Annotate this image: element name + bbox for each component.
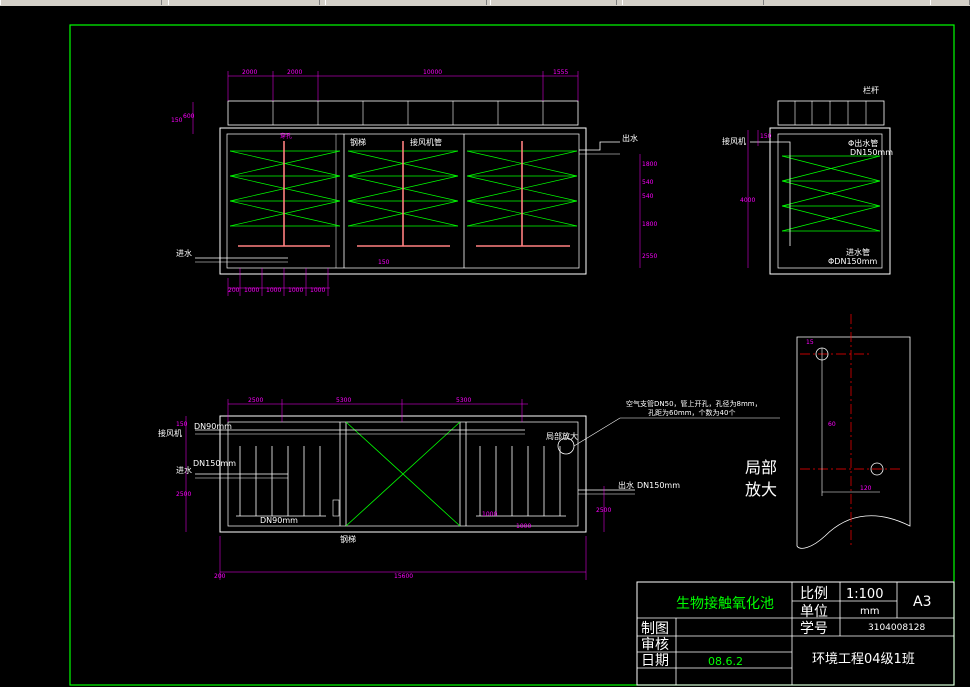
dim-top-2: 2000 [287, 69, 302, 76]
dim-bottom-1: 200 [228, 287, 240, 294]
dim-top-1: 2000 [242, 69, 257, 76]
title-block: 生物接触氧化池 比例 1:100 A3 单位 mm 学号 3104008128 … [636, 581, 955, 686]
plan-dim-corner: 200 [214, 573, 226, 580]
date-value: 08.6.2 [708, 655, 743, 668]
plan-dim-right-2: 1000 [516, 523, 531, 530]
label-inlet-pipe: 进水管 [846, 247, 870, 257]
dim-right-3: 540 [642, 193, 654, 200]
label-railing: 栏杆 [863, 85, 879, 95]
dim-top-4: 1555 [553, 69, 568, 76]
toolbar-dropdown[interactable] [490, 0, 617, 5]
dim-left-2: 600 [183, 113, 195, 120]
toolbar-dropdown[interactable] [168, 0, 320, 5]
label-blower-pipe: 接风机管 [410, 137, 442, 147]
label-ladder-top: 钢梯 [350, 137, 366, 147]
plan-label-inlet: 进水 [176, 465, 192, 475]
plan-label-outlet: 出水 [618, 480, 634, 490]
label-aerator: 穿孔 [280, 132, 292, 140]
checked-label: 审核 [641, 637, 669, 653]
label-outlet-top: 出水 [622, 133, 638, 143]
plan-label-dn90-bottom: DN90mm [260, 516, 298, 525]
detail-pipe-outline [796, 336, 911, 549]
class-value: 环境工程04级1班 [812, 652, 915, 667]
label-inlet-top: 进水 [176, 248, 192, 258]
railing [227, 100, 579, 126]
unit-label: 单位 [800, 604, 828, 620]
section-view-side: 栏杆 接风机 Φ出水管 DN150mm 进水管 ΦDN150mm 150 400… [722, 85, 893, 275]
plan-label-blower: 接风机 [158, 428, 182, 438]
plan-note-line1: 空气支管DN50，管上开孔，孔径为8mm， [626, 399, 762, 408]
unit-value: mm [860, 606, 879, 617]
plan-label-ladder: 钢梯 [340, 534, 356, 544]
dim-right-5: 2550 [642, 253, 657, 260]
detail-dim-spacing: 60 [828, 421, 836, 428]
plan-label-dn150-right: DN150mm [637, 481, 680, 490]
sheet-size: A3 [913, 594, 931, 610]
dim-bottom-3: 1000 [266, 287, 281, 294]
toolbar-dropdown[interactable] [0, 0, 162, 5]
plan-dim-mid: 1000 [482, 511, 497, 518]
plan-label-dn150-left: DN150mm [193, 459, 236, 468]
label-blower-side: 接风机 [722, 136, 746, 146]
dim-bottom-4: 1000 [288, 287, 303, 294]
dim-left-1: 150 [171, 117, 183, 124]
label-outlet-dn: DN150mm [850, 148, 893, 157]
plan-view: 2500 5300 5300 15600 150 2500 2500 1000 … [158, 397, 780, 580]
label-outlet-pipe: Φ出水管 [848, 138, 878, 148]
dim-small: 150 [378, 259, 390, 266]
drawn-label: 制图 [641, 621, 669, 637]
plan-dim-top-3: 5300 [456, 397, 471, 404]
section-view-top: 2000 2000 10000 1555 150 600 1800 540 54… [171, 69, 657, 296]
project-title: 生物接触氧化池 [676, 595, 774, 612]
plan-label-dn90-top: DN90mm [194, 422, 232, 431]
label-inlet-dn: ΦDN150mm [828, 257, 878, 266]
toolbar-dropdown[interactable] [930, 0, 970, 5]
detail-view: 15 60 120 局部 放大 [745, 314, 911, 549]
student-id-value: 3104008128 [868, 623, 926, 633]
detail-title-line1: 局部 [745, 458, 777, 477]
dim-side-2: 4000 [740, 197, 755, 204]
date-label: 日期 [641, 653, 669, 669]
dim-bottom-5: 1000 [310, 287, 325, 294]
toolbar-dropdown[interactable] [325, 0, 487, 5]
detail-dim-hole: 15 [806, 339, 814, 346]
dim-bottom-2: 1000 [244, 287, 259, 294]
plan-dim-top-1: 2500 [248, 397, 263, 404]
plan-dim-total: 15600 [394, 573, 413, 580]
toolbar-dropdown[interactable] [622, 0, 764, 5]
cad-drawing-canvas[interactable]: 2000 2000 10000 1555 150 600 1800 540 54… [0, 6, 970, 687]
dim-right-2: 540 [642, 179, 654, 186]
scale-label: 比例 [800, 586, 828, 602]
detail-dim-bottom: 120 [860, 485, 872, 492]
plan-dim-left-1: 150 [176, 421, 188, 428]
scale-value: 1:100 [846, 587, 883, 602]
plan-dim-top-2: 5300 [336, 397, 351, 404]
dim-right-1: 1800 [642, 161, 657, 168]
student-id-label: 学号 [800, 621, 828, 637]
plan-dim-left-2: 2500 [176, 491, 191, 498]
dim-side-1: 150 [760, 133, 772, 140]
dim-right-4: 1800 [642, 221, 657, 228]
side-railing [777, 100, 885, 126]
plan-note-line2: 孔距为60mm，个数为40个 [648, 408, 735, 417]
plan-label-local: 局部放大 [546, 431, 578, 441]
detail-title-line2: 放大 [745, 480, 777, 499]
aeration-pipes [238, 141, 570, 247]
plan-dim-right-1: 2500 [596, 507, 611, 514]
dim-top-3: 10000 [423, 69, 442, 76]
